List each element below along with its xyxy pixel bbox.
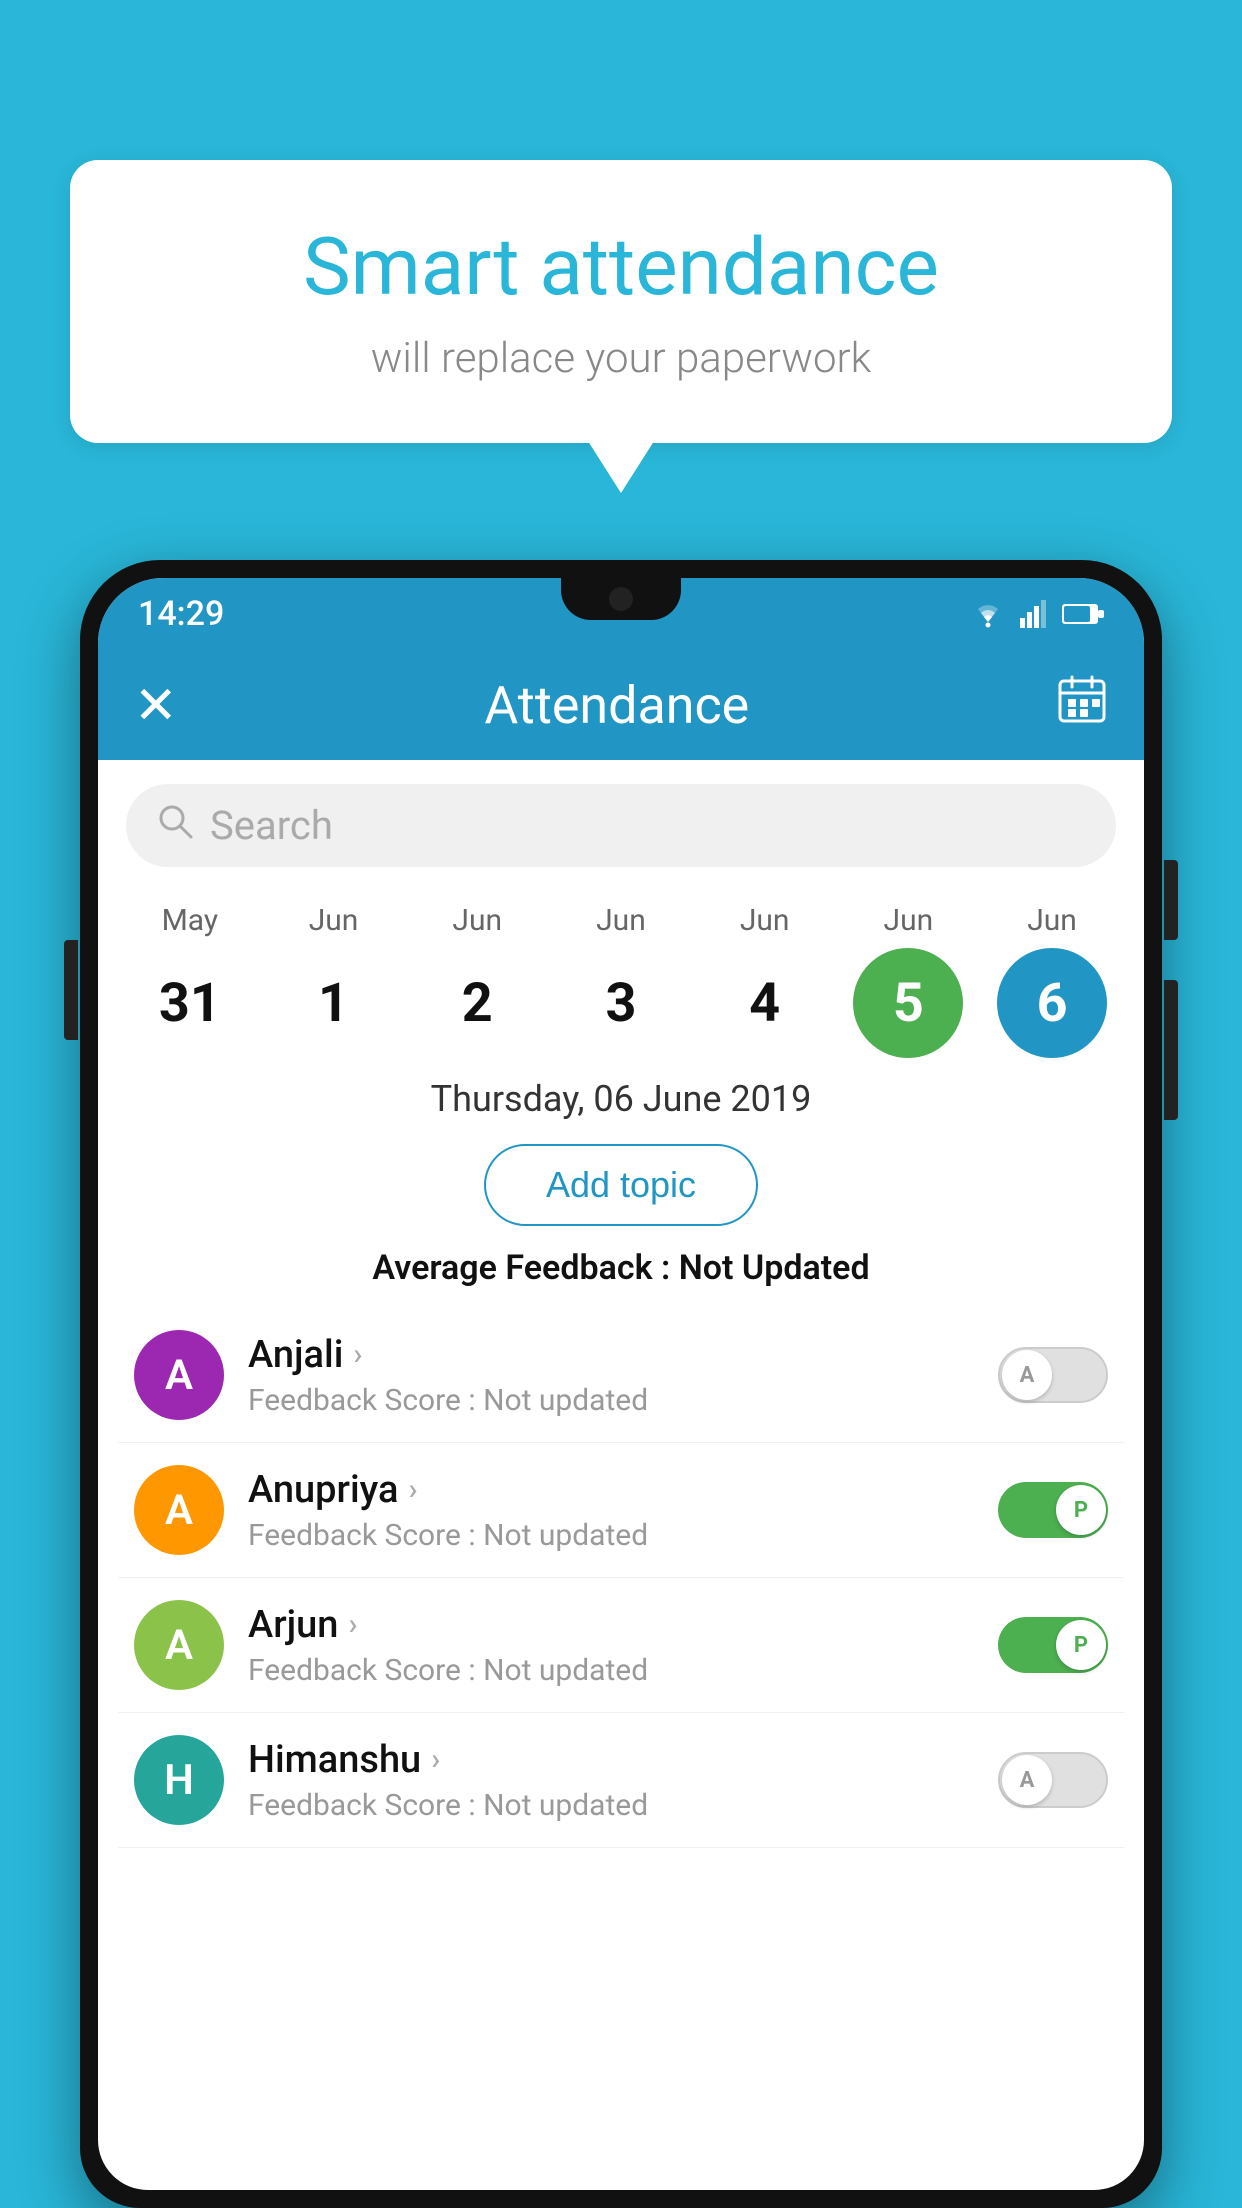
avg-feedback-label: Average Feedback : [372,1248,678,1288]
date-cell-jun2[interactable]: Jun 2 [412,903,542,1058]
status-icons [970,600,1104,628]
chevron-himanshu: › [431,1742,440,1777]
student-score-himanshu: Feedback Score : Not updated [248,1788,974,1823]
app-bar: ✕ Attendance [98,650,1144,760]
notch [561,578,681,620]
toggle-knob-himanshu: A [1002,1755,1052,1805]
chevron-anupriya: › [408,1472,417,1507]
add-topic-button[interactable]: Add topic [484,1144,758,1226]
date-cell-jun1[interactable]: Jun 1 [269,903,399,1058]
student-name-anjali: Anjali › [248,1333,974,1377]
toggle-anjali[interactable]: A [998,1347,1108,1403]
attendance-toggle-anjali[interactable]: A [998,1347,1108,1403]
power-button-mid [1164,980,1178,1120]
avatar-anupriya: A [134,1465,224,1555]
selected-date-label: Thursday, 06 June 2019 [98,1058,1144,1130]
chevron-arjun: › [348,1607,357,1642]
power-button-top [1164,860,1178,940]
signal-icon [1020,600,1048,628]
close-button[interactable]: ✕ [134,675,178,736]
student-item-anupriya[interactable]: A Anupriya › Feedback Score : Not update… [118,1443,1124,1578]
wifi-icon [970,600,1006,628]
date-cell-may31[interactable]: May 31 [125,903,255,1058]
phone-frame: 14:29 [80,560,1162,2208]
student-info-himanshu: Himanshu › Feedback Score : Not updated [248,1738,974,1823]
phone-screen: 14:29 [98,578,1144,2190]
toggle-himanshu[interactable]: A [998,1752,1108,1808]
avg-feedback: Average Feedback : Not Updated [98,1240,1144,1308]
student-item-himanshu[interactable]: H Himanshu › Feedback Score : Not update… [118,1713,1124,1848]
avatar-anjali: A [134,1330,224,1420]
student-score-arjun: Feedback Score : Not updated [248,1653,974,1688]
student-name-anupriya: Anupriya › [248,1468,974,1512]
student-info-anjali: Anjali › Feedback Score : Not updated [248,1333,974,1418]
toggle-knob-anjali: A [1002,1350,1052,1400]
attendance-toggle-anupriya[interactable]: P [998,1482,1108,1538]
toggle-arjun[interactable]: P [998,1617,1108,1673]
add-topic-container: Add topic [98,1144,1144,1226]
student-item-anjali[interactable]: A Anjali › Feedback Score : Not updated … [118,1308,1124,1443]
speech-bubble-subtitle: will replace your paperwork [150,334,1092,383]
student-score-anupriya: Feedback Score : Not updated [248,1518,974,1553]
attendance-toggle-arjun[interactable]: P [998,1617,1108,1673]
avatar-arjun: A [134,1600,224,1690]
student-score-anjali: Feedback Score : Not updated [248,1383,974,1418]
student-info-arjun: Arjun › Feedback Score : Not updated [248,1603,974,1688]
speech-bubble: Smart attendance will replace your paper… [70,160,1172,443]
avg-feedback-value: Not Updated [679,1248,870,1288]
calendar-icon[interactable] [1056,673,1108,737]
student-info-anupriya: Anupriya › Feedback Score : Not updated [248,1468,974,1553]
toggle-knob-arjun: P [1056,1620,1106,1670]
toggle-anupriya[interactable]: P [998,1482,1108,1538]
date-cell-jun3[interactable]: Jun 3 [556,903,686,1058]
student-list: A Anjali › Feedback Score : Not updated … [98,1308,1144,1848]
toggle-knob-anupriya: P [1056,1485,1106,1535]
speech-bubble-container: Smart attendance will replace your paper… [70,160,1172,443]
chevron-anjali: › [353,1337,362,1372]
attendance-toggle-himanshu[interactable]: A [998,1752,1108,1808]
student-name-arjun: Arjun › [248,1603,974,1647]
search-bar[interactable]: Search [126,784,1116,867]
date-cell-jun6[interactable]: Jun 6 [987,903,1117,1058]
student-item-arjun[interactable]: A Arjun › Feedback Score : Not updated P [118,1578,1124,1713]
battery-icon [1062,602,1104,626]
search-input[interactable]: Search [210,802,333,849]
search-icon [156,802,194,849]
volume-button [64,940,78,1040]
speech-bubble-title: Smart attendance [150,220,1092,314]
avatar-himanshu: H [134,1735,224,1825]
date-cell-jun4[interactable]: Jun 4 [700,903,830,1058]
student-name-himanshu: Himanshu › [248,1738,974,1782]
app-bar-title: Attendance [484,675,749,736]
status-time: 14:29 [138,594,224,634]
date-strip: May 31 Jun 1 Jun 2 Jun 3 Jun 4 Jun 5 [98,883,1144,1058]
date-cell-jun5[interactable]: Jun 5 [843,903,973,1058]
